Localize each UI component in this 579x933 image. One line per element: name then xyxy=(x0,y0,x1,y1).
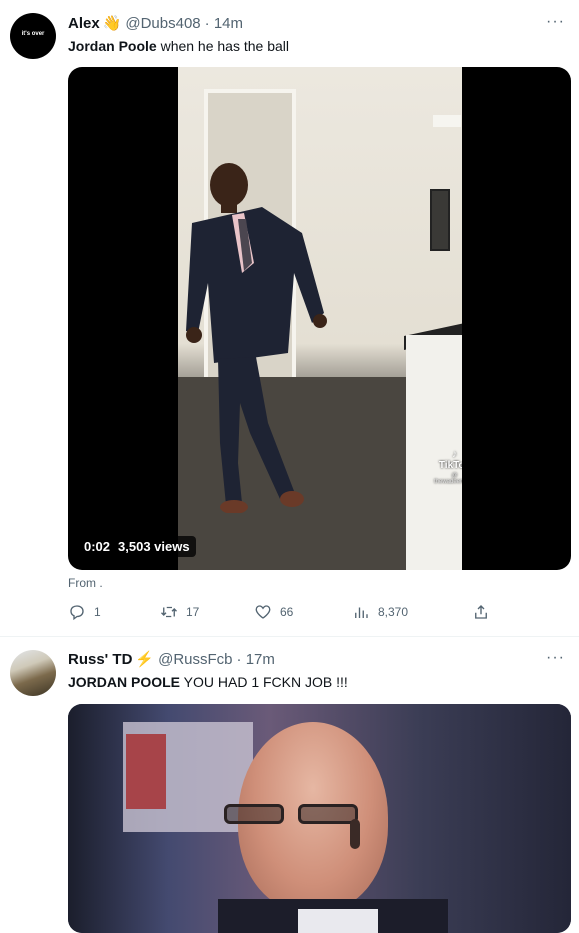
user-handle[interactable]: @RussFcb xyxy=(158,651,232,668)
tweet-header: Russ' TD ⚡ @RussFcb · 17m xyxy=(68,650,275,669)
avatar-text: it's over xyxy=(21,31,45,37)
tiktok-brand: TikTok xyxy=(438,460,462,471)
video-player[interactable] xyxy=(68,704,571,933)
tweet-1[interactable]: it's over Alex 👋 @Dubs408 · 14m ··· Jord… xyxy=(0,0,579,637)
wall-picture xyxy=(430,189,450,251)
reply-count: 1 xyxy=(94,605,101,619)
video-frame: ♪ TikTok @ thewadeempire xyxy=(178,67,462,570)
tweet-text-rest: YOU HAD 1 FCKN JOB !!! xyxy=(180,674,348,690)
shirt xyxy=(298,909,378,933)
walking-man-figure xyxy=(186,163,327,513)
more-options-button[interactable]: ··· xyxy=(546,13,565,31)
tweet-text-rest: when he has the ball xyxy=(156,38,290,54)
like-button[interactable]: 66 xyxy=(254,603,293,621)
video-time: 0:02 xyxy=(84,539,111,554)
views-count: 8,370 xyxy=(378,605,409,619)
from-attribution[interactable]: From . xyxy=(68,576,103,590)
ceiling-light xyxy=(433,115,461,127)
tweet-text-bold: Jordan Poole xyxy=(68,38,157,54)
retweet-count: 17 xyxy=(186,605,200,619)
action-bar: 1 17 66 8,370 xyxy=(68,603,488,625)
tiktok-logo-icon: ♪ xyxy=(452,449,458,460)
analytics-icon xyxy=(355,607,368,618)
tweet-header: Alex 👋 @Dubs408 · 14m xyxy=(68,14,243,33)
video-info-badge: 0:02 3,503 views xyxy=(78,536,196,557)
video-player[interactable]: ♪ TikTok @ thewadeempire 0:02 3,503 views xyxy=(68,67,571,570)
tweet-text: Jordan Poole when he has the ball xyxy=(68,38,289,54)
share-icon xyxy=(475,605,487,619)
heart-icon xyxy=(255,605,271,619)
earpiece xyxy=(350,819,360,849)
avatar[interactable] xyxy=(10,650,56,696)
nba-logo-block xyxy=(126,734,166,809)
timestamp[interactable]: · 14m xyxy=(205,15,243,32)
retweet-icon xyxy=(161,606,177,618)
wave-emoji: 👋 xyxy=(102,15,122,32)
tweet-text: JORDAN POOLE YOU HAD 1 FCKN JOB !!! xyxy=(68,674,348,690)
reply-icon xyxy=(70,605,84,621)
display-name[interactable]: Alex xyxy=(68,15,100,32)
timestamp[interactable]: · 17m xyxy=(237,651,275,668)
reply-button[interactable]: 1 xyxy=(68,603,101,621)
views-button[interactable]: 8,370 xyxy=(352,603,408,621)
tiktok-watermark: ♪ TikTok @ thewadeempire xyxy=(434,449,462,485)
lightning-emoji: ⚡ xyxy=(135,651,155,668)
share-button[interactable] xyxy=(472,603,498,621)
display-name[interactable]: Russ' TD xyxy=(68,651,132,668)
user-handle[interactable]: @Dubs408 xyxy=(125,15,200,32)
video-views: 3,503 views xyxy=(118,539,190,554)
retweet-button[interactable]: 17 xyxy=(160,603,199,621)
avatar[interactable]: it's over xyxy=(10,13,56,59)
more-options-button[interactable]: ··· xyxy=(546,649,565,667)
like-count: 66 xyxy=(280,605,294,619)
tiktok-handle: @ thewadeempire xyxy=(434,473,462,485)
tweet-text-bold: JORDAN POOLE xyxy=(68,674,181,690)
